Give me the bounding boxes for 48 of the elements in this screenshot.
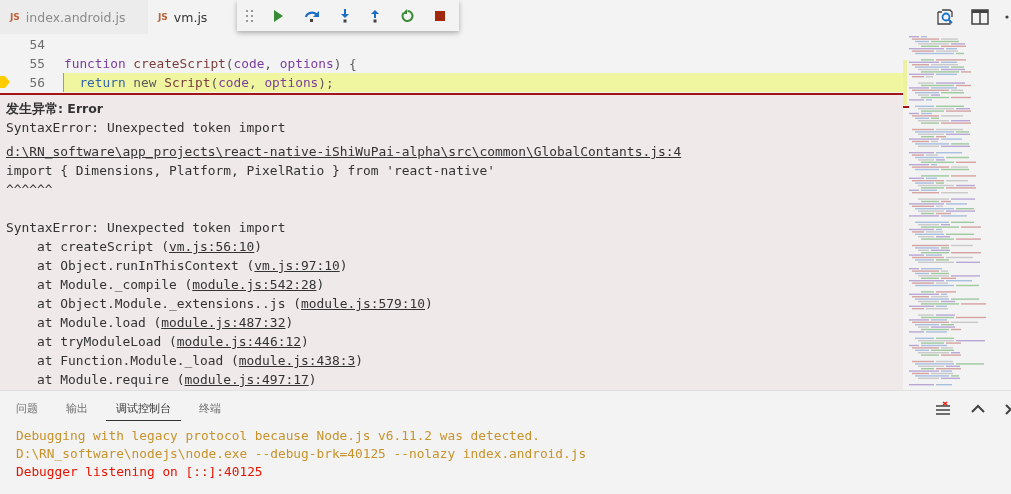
file-link[interactable]: vm.js:56:10 bbox=[169, 239, 255, 254]
stack-frame: at tryModuleLoad (module.js:446:12) bbox=[6, 332, 897, 351]
continue-icon[interactable] bbox=[272, 8, 284, 23]
file-link[interactable]: vm.js:97:10 bbox=[254, 258, 340, 273]
stop-icon[interactable] bbox=[434, 9, 446, 22]
panel-tab[interactable]: 问题 bbox=[6, 397, 48, 421]
exception-title: 发生异常: Error bbox=[6, 100, 104, 118]
source-line: import { Dimensions, Platform, PixelRatio } from 'react-native' bbox=[6, 162, 496, 180]
console-line: Debugging with legacy protocol because Node.js v6.11.2 was detected. bbox=[16, 427, 541, 445]
stack-frame: at Module.require (module.js:497:17) bbox=[6, 370, 897, 389]
file-link[interactable]: module.js:497:17 bbox=[184, 372, 309, 387]
file-link[interactable]: module.js:446:12 bbox=[176, 334, 301, 349]
console-line: Debugger listening on [::]:40125 bbox=[16, 463, 264, 481]
stack-frame: at Module._compile (module.js:542:28) bbox=[6, 275, 897, 294]
stack-frame: at Function.Module._load (module.js:438:3) bbox=[6, 351, 897, 370]
error-message: SyntaxError: Unexpected token import bbox=[6, 219, 287, 237]
breakpoint-arrow-icon bbox=[0, 76, 10, 88]
stack-frame: at Object.runInThisContext (vm.js:97:10) bbox=[6, 256, 897, 275]
error-message: SyntaxError: Unexpected token import bbox=[6, 119, 287, 137]
console-line: D:\RN_software\nodejs\node.exe --debug-brk=40125 --nolazy index.android.js bbox=[16, 445, 588, 463]
stack-frame: at createScript (vm.js:56:10) bbox=[6, 237, 897, 256]
file-type-icon: JS bbox=[10, 12, 20, 22]
panel-tab[interactable]: 终端 bbox=[189, 397, 231, 421]
code-line: function createScript(code, options) { bbox=[64, 56, 357, 71]
file-link[interactable]: module.js:542:28 bbox=[192, 277, 317, 292]
caret-marker: ^^^^^^ bbox=[6, 181, 54, 199]
editor-tab[interactable]: JS index.android.js bbox=[0, 0, 148, 34]
file-link[interactable]: module.js:487:32 bbox=[161, 315, 286, 330]
line-number: 54 bbox=[28, 37, 45, 52]
drag-handle-icon[interactable] bbox=[246, 9, 254, 22]
split-editor-icon[interactable] bbox=[971, 9, 989, 25]
caret-up-icon[interactable] bbox=[971, 404, 985, 414]
search-icon[interactable] bbox=[935, 7, 955, 27]
restart-icon[interactable] bbox=[400, 8, 414, 23]
step-into-icon[interactable] bbox=[340, 8, 350, 23]
stack-frame: at Object.Module._extensions..js (module.js:579:10) bbox=[6, 294, 897, 313]
line-number: 56 bbox=[28, 75, 45, 90]
panel-tab[interactable]: 输出 bbox=[56, 397, 98, 421]
line-number: 55 bbox=[28, 56, 45, 71]
stack-frame: at Module.load (module.js:487:32) bbox=[6, 313, 897, 332]
file-link[interactable]: d:\RN_software\app_projects\react-native-iShiWuPai-alpha\src\common\GlobalContants.js:4 bbox=[6, 142, 897, 161]
file-type-icon: JS bbox=[158, 12, 168, 22]
file-link[interactable]: module.js:579:10 bbox=[300, 296, 426, 311]
step-out-icon[interactable] bbox=[370, 8, 380, 23]
panel-tab[interactable]: 调试控制台 bbox=[106, 397, 181, 421]
close-icon[interactable] bbox=[1005, 403, 1011, 415]
file-link[interactable]: module.js:438:3 bbox=[238, 353, 356, 368]
clear-console-icon[interactable] bbox=[935, 401, 951, 417]
